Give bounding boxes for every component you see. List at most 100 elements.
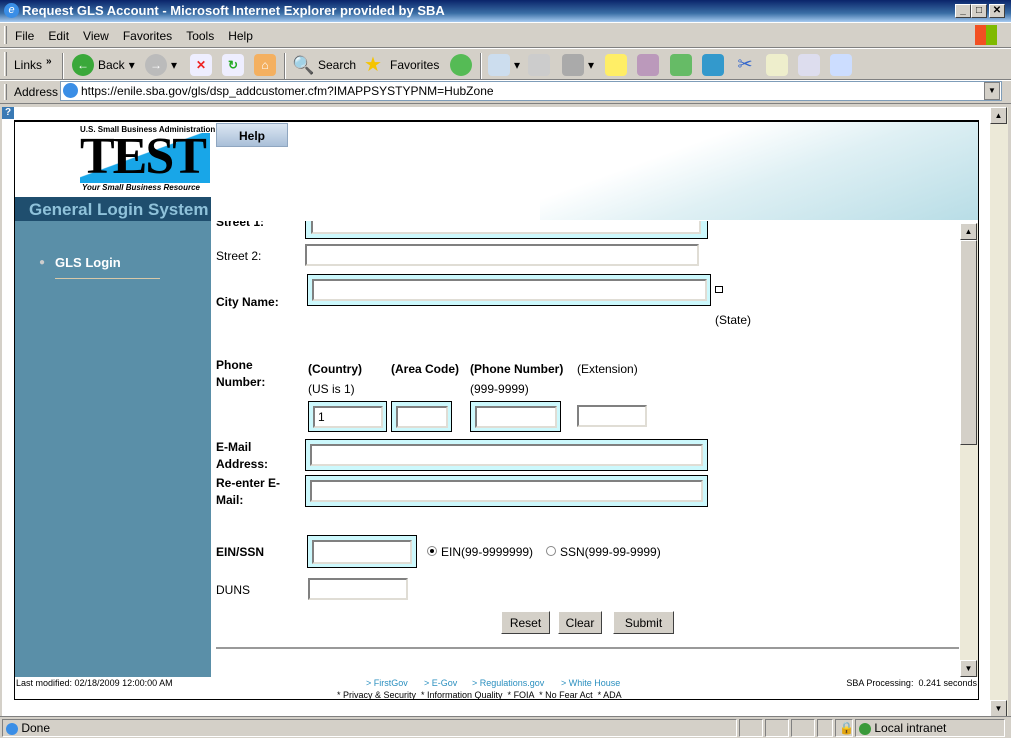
link-egov[interactable]: > E-Gov bbox=[424, 678, 457, 688]
find-icon bbox=[830, 54, 852, 76]
phone-number-input[interactable] bbox=[475, 406, 557, 428]
menu-view[interactable]: View bbox=[76, 23, 116, 43]
edit-button[interactable]: ▾ bbox=[562, 54, 594, 76]
title-bar: Request GLS Account - Microsoft Internet… bbox=[0, 0, 1011, 22]
cut-button[interactable]: ✂ bbox=[734, 54, 756, 76]
maximize-button[interactable]: □ bbox=[971, 4, 987, 18]
einssn-input[interactable] bbox=[312, 540, 412, 564]
notes-button[interactable] bbox=[605, 54, 627, 76]
ie-page-icon bbox=[6, 722, 18, 735]
research-button[interactable] bbox=[637, 54, 659, 76]
frame-scroll-up[interactable]: ▲ bbox=[960, 223, 977, 240]
link-firstgov[interactable]: > FirstGov bbox=[366, 678, 408, 688]
country-highlight: 1 bbox=[308, 401, 387, 432]
messenger-button[interactable] bbox=[670, 54, 692, 76]
search-icon: 🔍 bbox=[292, 55, 315, 75]
help-icon: ? bbox=[2, 107, 14, 119]
email-label-2: Address: bbox=[216, 457, 269, 471]
duns-label: DUNS bbox=[216, 583, 251, 597]
print-button[interactable] bbox=[528, 54, 550, 76]
favorites-button[interactable]: ★ Favorites bbox=[364, 54, 439, 76]
link-regulations[interactable]: > Regulations.gov bbox=[472, 678, 544, 688]
system-title: General Login System bbox=[15, 197, 211, 221]
copy-button[interactable] bbox=[766, 54, 788, 76]
city-highlight bbox=[307, 274, 711, 306]
refresh-icon: ↻ bbox=[222, 54, 244, 76]
footer: Last modified: 02/18/2009 12:00:00 AM > … bbox=[15, 677, 978, 700]
submit-button[interactable]: Submit bbox=[613, 611, 674, 634]
edit-icon bbox=[562, 54, 584, 76]
phone-highlight bbox=[470, 401, 561, 432]
stop-icon: ✕ bbox=[190, 54, 212, 76]
forward-arrow-icon: → bbox=[145, 54, 167, 76]
toolbar: Links » ← Back ▾ → ▾ ✕ ↻ ⌂ 🔍 Search ★ Favor… bbox=[0, 48, 1011, 80]
last-modified: Last modified: 02/18/2009 12:00:00 AM bbox=[16, 678, 173, 688]
footer-policy-links[interactable]: * Privacy & Security * Information Quali… bbox=[337, 690, 622, 700]
bullet-icon: ● bbox=[39, 257, 46, 268]
search-button[interactable]: 🔍 Search bbox=[292, 54, 356, 76]
city-input[interactable] bbox=[312, 279, 707, 301]
forward-button[interactable]: → ▾ bbox=[145, 54, 177, 76]
note-icon bbox=[605, 54, 627, 76]
reemail-input[interactable] bbox=[310, 480, 703, 502]
mail-button[interactable]: ▾ bbox=[488, 54, 520, 76]
scroll-up[interactable]: ▲ bbox=[990, 107, 1007, 124]
home-button[interactable]: ⌂ bbox=[254, 54, 276, 76]
menu-help[interactable]: Help bbox=[221, 23, 260, 43]
page-icon bbox=[63, 83, 78, 98]
sidebar-item-gls-login[interactable]: GLS Login bbox=[55, 255, 121, 270]
stop-button[interactable]: ✕ bbox=[190, 54, 212, 76]
menu-favorites[interactable]: Favorites bbox=[116, 23, 179, 43]
area-code-input[interactable] bbox=[396, 406, 448, 428]
window-icon bbox=[702, 54, 724, 76]
street1-highlight bbox=[305, 221, 708, 239]
address-label: Address bbox=[14, 85, 59, 99]
menu-edit[interactable]: Edit bbox=[41, 23, 76, 43]
header-banner bbox=[540, 122, 978, 220]
window-title: Request GLS Account - Microsoft Internet… bbox=[22, 3, 445, 18]
address-input[interactable]: https://enile.sba.gov/gls/dsp_addcustome… bbox=[60, 81, 1002, 101]
ein-radio[interactable] bbox=[427, 546, 437, 556]
email-label: E-Mail bbox=[216, 440, 252, 454]
country-code-input[interactable]: 1 bbox=[313, 406, 383, 428]
window-button[interactable] bbox=[702, 54, 724, 76]
links-button[interactable]: Links » bbox=[14, 56, 52, 73]
area-highlight bbox=[391, 401, 452, 432]
ssn-option-label: SSN(999-99-9999) bbox=[560, 545, 661, 559]
scroll-down[interactable]: ▼ bbox=[990, 700, 1007, 717]
page-scrollbar[interactable]: ▲ ▼ bbox=[990, 107, 1008, 717]
street1-input[interactable] bbox=[311, 221, 701, 234]
find-button[interactable] bbox=[830, 54, 852, 76]
minimize-button[interactable]: _ bbox=[955, 4, 971, 18]
form-area: Street 1: Street 2: City Name: (State) P… bbox=[212, 221, 959, 677]
state-select[interactable] bbox=[715, 286, 723, 293]
scissors-icon: ✂ bbox=[737, 54, 753, 74]
help-button[interactable]: Help bbox=[216, 123, 288, 147]
frame-scroll-thumb[interactable] bbox=[960, 240, 977, 445]
extension-input[interactable] bbox=[577, 405, 647, 427]
history-button[interactable] bbox=[450, 54, 472, 76]
frame-scrollbar[interactable]: ▲ ▼ bbox=[960, 223, 978, 677]
duns-input[interactable] bbox=[308, 578, 408, 600]
country-hint: (US is 1) bbox=[308, 382, 355, 396]
ssn-radio[interactable] bbox=[546, 546, 556, 556]
clear-button[interactable]: Clear bbox=[558, 611, 602, 634]
back-button[interactable]: ← Back ▾ bbox=[72, 54, 135, 76]
paste-icon bbox=[798, 54, 820, 76]
menu-file[interactable]: File bbox=[8, 23, 41, 43]
windows-logo-icon bbox=[975, 25, 997, 45]
link-whitehouse[interactable]: > White House bbox=[561, 678, 620, 688]
refresh-button[interactable]: ↻ bbox=[222, 54, 244, 76]
phone-label-2: Number: bbox=[216, 375, 266, 389]
close-button[interactable]: ✕ bbox=[989, 4, 1005, 18]
paste-button[interactable] bbox=[798, 54, 820, 76]
street2-input[interactable] bbox=[305, 244, 699, 266]
ie-icon: e bbox=[4, 3, 19, 18]
reset-button[interactable]: Reset bbox=[501, 611, 550, 634]
address-dropdown[interactable]: ▼ bbox=[984, 82, 1000, 100]
menu-tools[interactable]: Tools bbox=[179, 23, 221, 43]
lock-icon: 🔒 bbox=[835, 719, 854, 737]
email-input[interactable] bbox=[310, 444, 703, 466]
frame-scroll-down[interactable]: ▼ bbox=[960, 660, 977, 677]
sba-logo: TEST bbox=[80, 131, 210, 183]
